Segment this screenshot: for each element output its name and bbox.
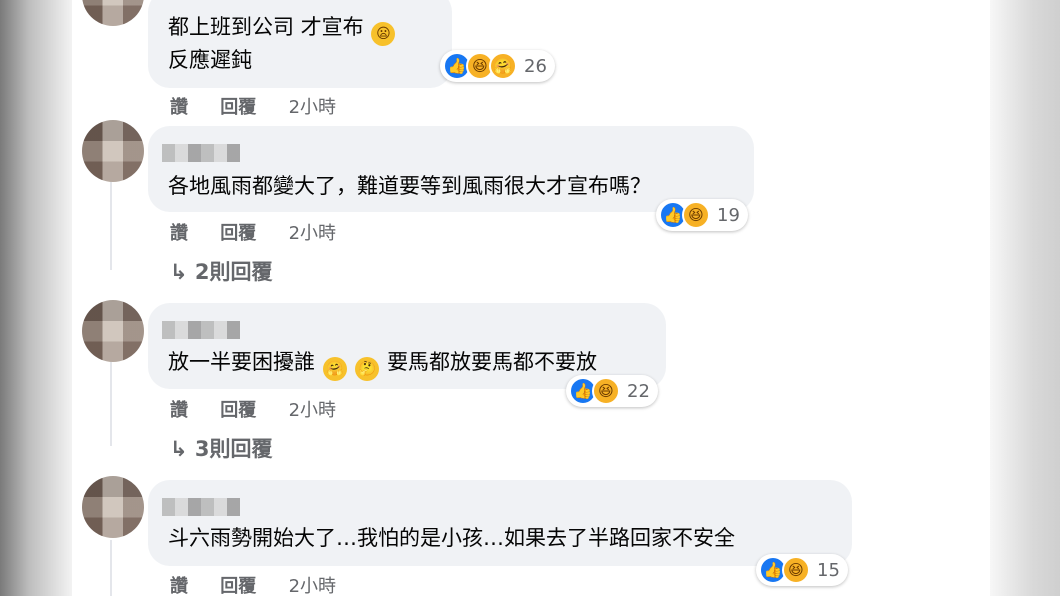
hugging-face-icon: 🤗 [322, 357, 347, 381]
comment-actions: 讚 回覆 2小時 [170, 396, 362, 422]
reply-arrow-icon: ↳ [170, 260, 188, 284]
reply-button[interactable]: 回覆 [220, 576, 256, 597]
comment-text-part: 要馬都放要馬都不要放 [387, 350, 598, 374]
reaction-count: 15 [817, 559, 840, 581]
reply-button[interactable]: 回覆 [220, 400, 256, 421]
author-name-blurred[interactable] [162, 498, 240, 516]
comment-text-line: 反應遲鈍 [168, 48, 252, 72]
reaction-summary[interactable]: 👍 😆 19 [656, 199, 748, 231]
haha-icon: 😆 [682, 201, 710, 229]
sad-face-icon: 😦 [371, 22, 396, 46]
timestamp[interactable]: 2小時 [289, 97, 336, 118]
reaction-summary[interactable]: 👍 😆 22 [566, 375, 658, 407]
comment-actions: 讚 回覆 2小時 [170, 219, 362, 245]
reaction-summary[interactable]: 👍 😆 🤗 26 [440, 50, 555, 82]
reply-button[interactable]: 回覆 [220, 97, 256, 118]
comment-text: 放一半要困擾誰 🤗 🤔 要馬都放要馬都不要放 [168, 347, 597, 381]
replies-label: 2則回覆 [194, 260, 273, 284]
blurred-right-edge [990, 0, 1060, 596]
reply-arrow-icon: ↳ [170, 437, 188, 461]
comment-bubble: 斗六雨勢開始大了…我怕的是小孩…如果去了半路回家不安全 [148, 480, 852, 566]
avatar[interactable] [82, 120, 144, 182]
reaction-summary[interactable]: 👍 😆 15 [756, 554, 848, 586]
like-button[interactable]: 讚 [170, 97, 188, 118]
view-replies-link[interactable]: ↳ 2則回覆 [170, 256, 273, 286]
blurred-left-edge [0, 0, 72, 596]
avatar[interactable] [82, 476, 144, 538]
view-replies-link[interactable]: ↳ 3則回覆 [170, 433, 273, 463]
thread-line [110, 360, 112, 446]
avatar[interactable] [82, 300, 144, 362]
like-button[interactable]: 讚 [170, 400, 188, 421]
author-name-blurred[interactable] [162, 144, 240, 162]
avatar[interactable] [82, 0, 144, 26]
haha-icon: 😆 [782, 556, 810, 584]
thread-line [110, 180, 112, 270]
thread-line [110, 540, 112, 596]
comment-text: 都上班到公司 才宣布 😦 [168, 12, 396, 46]
timestamp[interactable]: 2小時 [289, 576, 336, 597]
reaction-count: 26 [524, 55, 547, 77]
comment-bubble: 各地風雨都變大了，難道要等到風雨很大才宣布嗎？ [148, 126, 754, 212]
timestamp[interactable]: 2小時 [289, 223, 336, 244]
reaction-count: 19 [717, 204, 740, 226]
comment-actions: 讚 回覆 2小時 [170, 93, 362, 119]
like-button[interactable]: 讚 [170, 223, 188, 244]
timestamp[interactable]: 2小時 [289, 400, 336, 421]
comment-text-line: 都上班到公司 才宣布 [168, 15, 364, 39]
haha-icon: 😆 [592, 377, 620, 405]
reaction-count: 22 [627, 380, 650, 402]
comment-text-part: 放一半要困擾誰 [168, 350, 315, 374]
comment-text: 斗六雨勢開始大了…我怕的是小孩…如果去了半路回家不安全 [168, 526, 735, 550]
thinking-face-icon: 🤔 [355, 357, 380, 381]
comment-text: 各地風雨都變大了，難道要等到風雨很大才宣布嗎？ [168, 174, 651, 198]
care-icon: 🤗 [489, 52, 517, 80]
reply-button[interactable]: 回覆 [220, 223, 256, 244]
like-button[interactable]: 讚 [170, 576, 188, 597]
replies-label: 3則回覆 [194, 437, 273, 461]
comment-bubble: 都上班到公司 才宣布 😦 反應遲鈍 [148, 0, 452, 88]
author-name-blurred[interactable] [162, 321, 240, 339]
comment-actions: 讚 回覆 2小時 [170, 572, 362, 598]
